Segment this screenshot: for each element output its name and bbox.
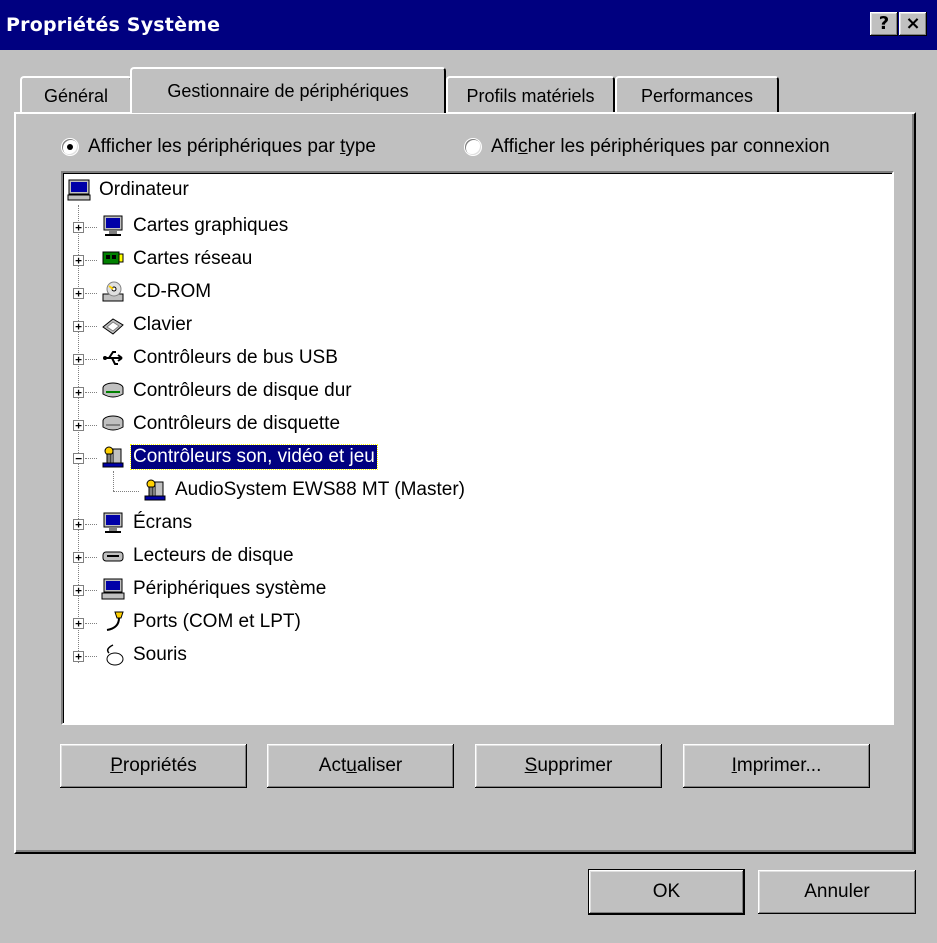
remove-button-label: Supprimer (524, 755, 613, 776)
tree-branch (85, 656, 97, 658)
tree-branch (85, 293, 97, 295)
network-card-icon (102, 251, 124, 265)
expand-toggle[interactable]: + (73, 255, 84, 266)
computer-icon (67, 179, 91, 201)
system-properties-window: Propriétés Système ? × Général Gestionna… (0, 0, 937, 943)
collapse-toggle[interactable]: − (73, 453, 84, 464)
print-button-label: Imprimer... (731, 755, 822, 776)
ok-button-label: OK (652, 881, 681, 902)
tree-item-label[interactable]: Contrôleurs de disquette (133, 412, 340, 436)
expand-toggle[interactable]: + (73, 552, 84, 563)
expand-toggle[interactable]: + (73, 618, 84, 629)
tree-item-label[interactable]: Écrans (133, 511, 192, 535)
radio-by-connection-label: Afficher les périphériques par connexion (491, 136, 830, 157)
tree-branch (85, 425, 97, 427)
keyboard-icon (102, 318, 124, 335)
tree-child-label[interactable]: AudioSystem EWS88 MT (Master) (175, 478, 465, 502)
radio-view-by-connection[interactable]: Afficher les périphériques par connexion (465, 134, 830, 160)
tree-item-label[interactable]: Périphériques système (133, 577, 326, 601)
expand-toggle[interactable]: + (73, 354, 84, 365)
tree-branch (85, 458, 97, 460)
tree-item-label[interactable]: Lecteurs de disque (133, 544, 294, 568)
tree-branch (85, 326, 97, 328)
tree-branch (113, 491, 139, 493)
refresh-button-label: Actualiser (318, 755, 403, 776)
disk-drive-icon (102, 551, 124, 562)
tree-branch (85, 392, 97, 394)
ok-button[interactable]: OK (589, 870, 744, 914)
refresh-button[interactable]: Actualiser (267, 744, 454, 788)
tree-branch (85, 524, 97, 526)
expand-toggle[interactable]: + (73, 585, 84, 596)
tab-performance-label: Performances (640, 85, 754, 106)
cancel-button-label: Annuler (804, 881, 870, 902)
radio-view-by-type[interactable]: Afficher les périphériques par type (62, 134, 376, 160)
system-device-icon (101, 578, 125, 600)
tree-branch (85, 557, 97, 559)
tree-item-label-selected[interactable]: Contrôleurs son, vidéo et jeu (130, 444, 378, 470)
expand-toggle[interactable]: + (73, 420, 84, 431)
radio-by-type-indicator[interactable] (62, 139, 78, 155)
tree-item-label[interactable]: Cartes réseau (133, 247, 252, 271)
tree-branch (85, 590, 97, 592)
device-tree[interactable]: Ordinateur + Cartes graphiques + Cartes … (61, 171, 894, 725)
monitor-icon (103, 512, 123, 533)
radio-by-type-label: Afficher les périphériques par type (88, 136, 376, 157)
tree-connector-line (113, 471, 115, 491)
title-bar[interactable]: Propriétés Système ? × (0, 0, 937, 50)
port-icon (106, 611, 124, 631)
tab-device-manager-label: Gestionnaire de périphériques (167, 80, 409, 101)
tab-device-manager[interactable]: Gestionnaire de périphériques (130, 67, 446, 113)
expand-toggle[interactable]: + (73, 651, 84, 662)
tree-branch (85, 227, 97, 229)
expand-toggle[interactable]: + (73, 387, 84, 398)
cdrom-icon (102, 281, 124, 302)
usb-icon (103, 351, 123, 365)
tree-branch (85, 623, 97, 625)
close-button[interactable]: × (899, 12, 927, 36)
tab-performance[interactable]: Performances (615, 76, 779, 114)
print-button[interactable]: Imprimer... (683, 744, 870, 788)
expand-toggle[interactable]: + (73, 222, 84, 233)
window-title: Propriétés Système (6, 14, 221, 36)
tree-root-label[interactable]: Ordinateur (99, 178, 189, 202)
tree-item-label[interactable]: Contrôleurs de disque dur (133, 379, 352, 403)
properties-button-label: Propriétés (110, 755, 197, 776)
expand-toggle[interactable]: + (73, 288, 84, 299)
tab-hardware-profiles-label: Profils matériels (466, 85, 595, 106)
expand-toggle[interactable]: + (73, 519, 84, 530)
tree-item-label[interactable]: Cartes graphiques (133, 214, 288, 238)
tree-item-label[interactable]: Clavier (133, 313, 192, 337)
tree-branch (85, 260, 97, 262)
properties-button[interactable]: Propriétés (60, 744, 247, 788)
tab-general-label: Général (43, 85, 109, 106)
tree-item-label[interactable]: CD-ROM (133, 280, 211, 304)
help-button[interactable]: ? (870, 12, 898, 36)
tree-branch (85, 359, 97, 361)
hard-disk-controller-icon (102, 382, 124, 398)
tab-general[interactable]: Général (20, 76, 132, 114)
tree-item-label[interactable]: Contrôleurs de bus USB (133, 346, 338, 370)
tab-hardware-profiles[interactable]: Profils matériels (446, 76, 615, 114)
tree-item-label[interactable]: Ports (COM et LPT) (133, 610, 301, 634)
expand-toggle[interactable]: + (73, 321, 84, 332)
mouse-icon (106, 644, 124, 666)
cancel-button[interactable]: Annuler (758, 870, 916, 914)
remove-button[interactable]: Supprimer (475, 744, 662, 788)
tree-item-label[interactable]: Souris (133, 643, 187, 667)
radio-by-connection-indicator[interactable] (465, 139, 481, 155)
floppy-controller-icon (102, 415, 124, 431)
sound-video-game-icon (102, 446, 124, 468)
display-adapter-icon (103, 215, 123, 236)
sound-device-icon (144, 479, 166, 501)
